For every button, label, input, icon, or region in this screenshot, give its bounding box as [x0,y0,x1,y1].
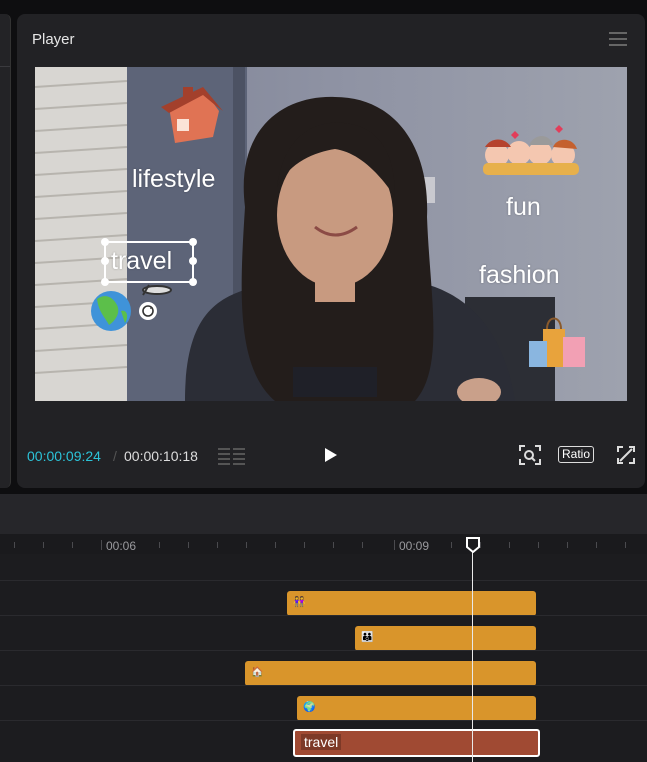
playhead-line[interactable] [472,550,473,762]
left-panel-edge [0,14,11,488]
track: 👭 [0,580,647,616]
globe-sticker [91,291,131,331]
fit-view-icon[interactable] [519,445,541,470]
timeline-panel: 00:06 00:09 👭 👪 🏠 🌍 travel [0,494,647,762]
play-icon[interactable] [323,446,339,469]
time-separator: / [113,448,117,464]
text-clip-travel[interactable]: travel [293,729,540,757]
sticker-clip-globe[interactable]: 🌍 [297,696,536,721]
sticker-clip-house[interactable]: 🏠 [245,661,536,686]
house-icon: 🏠 [251,667,264,678]
playhead-handle[interactable] [466,537,480,558]
timeline-ruler[interactable]: 00:06 00:09 [0,534,647,554]
ruler-label: 00:06 [106,539,137,553]
friends-icon: 👭 [293,597,306,608]
player-panel: Player lifestyle travel fun fashion 00:0… [17,14,645,488]
track: 🏠 [0,650,647,686]
grid-icon[interactable] [218,447,246,470]
player-title: Player [32,31,75,48]
overlay-text-fun[interactable]: fun [506,193,541,222]
overlay-text-fashion[interactable]: fashion [479,261,560,290]
globe-icon: 🌍 [303,702,316,713]
airplane-sticker [142,284,172,296]
track: 👪 [0,615,647,651]
timeline-toolbar [0,494,647,534]
total-time: 00:00:10:18 [124,448,198,464]
ruler-label: 00:09 [399,539,430,553]
current-time: 00:00:09:24 [27,448,101,464]
group-icon: 👪 [361,632,374,643]
text-clip-label: travel [301,734,342,750]
sticker-clip-friends[interactable]: 👭 [287,591,536,616]
track: 🌍 [0,685,647,721]
video-preview[interactable]: lifestyle travel fun fashion [35,67,627,401]
fullscreen-icon[interactable] [617,446,635,469]
ratio-button[interactable]: Ratio [558,446,595,463]
selection-box[interactable] [101,238,197,286]
player-controls: 00:00:09:24 / 00:00:10:18 Ratio [17,444,645,468]
track: travel [0,720,647,757]
menu-icon[interactable] [609,32,627,46]
rotate-icon[interactable] [139,302,157,320]
sticker-clip-group[interactable]: 👪 [355,626,536,651]
video-frame-image [35,67,627,401]
overlay-text-lifestyle[interactable]: lifestyle [132,165,215,194]
